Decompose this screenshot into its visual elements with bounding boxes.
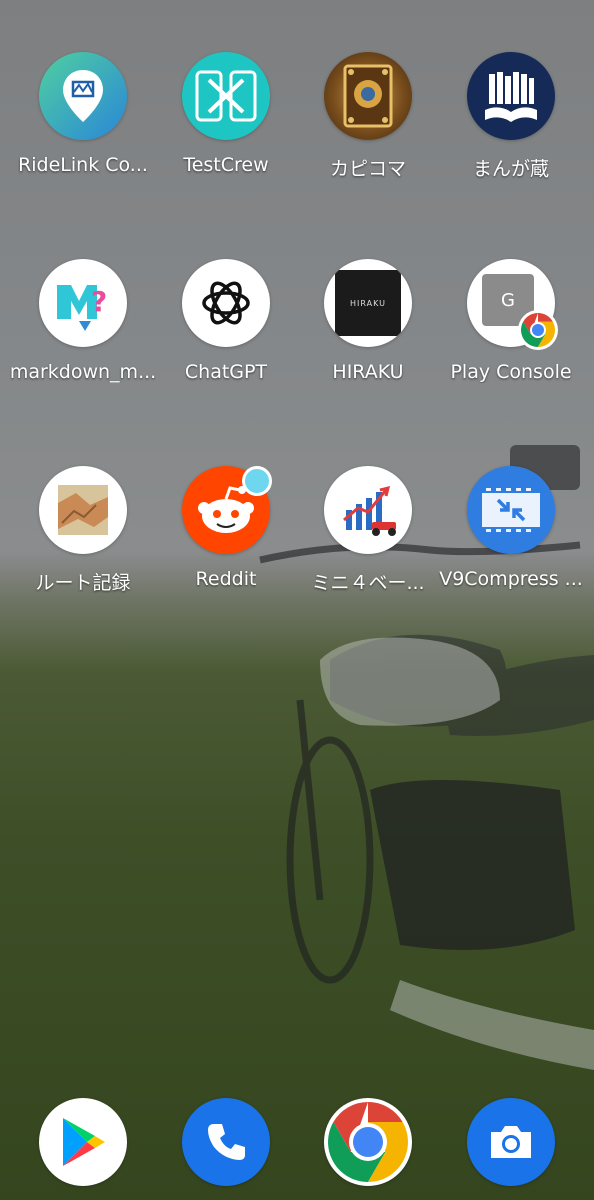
app-chatgpt[interactable]: ChatGPT bbox=[156, 259, 296, 383]
app-label: ミニ４ベー... bbox=[311, 572, 425, 594]
app-mangagura[interactable]: まんが蔵 bbox=[441, 52, 581, 181]
chrome-badge-icon bbox=[518, 310, 558, 350]
play-console-badge-text: G bbox=[501, 289, 515, 311]
chrome-icon bbox=[326, 1100, 410, 1184]
hiraku-icon: HIRAKU bbox=[335, 270, 401, 336]
app-label: ChatGPT bbox=[184, 361, 268, 383]
app-label: カピコマ bbox=[329, 158, 406, 180]
svg-text:?: ? bbox=[91, 285, 107, 318]
reddit-notification-dot bbox=[242, 466, 272, 496]
mangagura-library-icon bbox=[485, 72, 537, 122]
route-record-map-icon bbox=[58, 485, 108, 535]
app-label: RideLink Co... bbox=[18, 154, 148, 176]
chatgpt-logo-icon bbox=[202, 281, 250, 325]
dock-phone[interactable] bbox=[156, 1098, 296, 1186]
app-label: ルート記録 bbox=[35, 572, 131, 594]
app-kapikoma[interactable]: カピコマ bbox=[298, 52, 438, 181]
dock-play-store[interactable] bbox=[13, 1098, 153, 1186]
app-reddit[interactable]: Reddit bbox=[156, 466, 296, 590]
app-v9compress[interactable]: V9Compress ... bbox=[439, 466, 583, 590]
dock-chrome[interactable] bbox=[298, 1098, 438, 1186]
app-markdown[interactable]: ? markdown_m... bbox=[9, 259, 157, 383]
v9compress-icon bbox=[482, 486, 540, 534]
app-label: TestCrew bbox=[183, 154, 269, 176]
markdown-m-icon: ? bbox=[57, 285, 107, 331]
app-testcrew[interactable]: TestCrew bbox=[156, 52, 296, 176]
app-label: markdown_m... bbox=[9, 361, 157, 383]
camera-icon bbox=[491, 1126, 531, 1158]
app-hiraku[interactable]: HIRAKU HIRAKU bbox=[298, 259, 438, 383]
app-play-console[interactable]: G Play Console bbox=[441, 259, 581, 383]
phone-icon bbox=[208, 1124, 245, 1160]
app-ridelink[interactable]: RideLink Co... bbox=[13, 52, 153, 176]
ridelink-map-icon bbox=[63, 70, 103, 122]
hiraku-logo-text: HIRAKU bbox=[350, 298, 386, 308]
app-route-record[interactable]: ルート記録 bbox=[13, 466, 153, 595]
app-label: Play Console bbox=[450, 361, 572, 383]
app-label: HIRAKU bbox=[332, 361, 404, 383]
app-label: Reddit bbox=[195, 568, 257, 590]
mini4wd-chart-icon bbox=[343, 485, 396, 536]
kapikoma-book-icon bbox=[343, 64, 393, 128]
dock-camera[interactable] bbox=[441, 1098, 581, 1186]
app-mini4wd[interactable]: ミニ４ベー... bbox=[298, 466, 438, 595]
app-label: まんが蔵 bbox=[472, 158, 549, 180]
play-store-icon bbox=[63, 1118, 105, 1166]
testcrew-phones-icon bbox=[195, 70, 257, 122]
app-label: V9Compress ... bbox=[439, 568, 583, 590]
